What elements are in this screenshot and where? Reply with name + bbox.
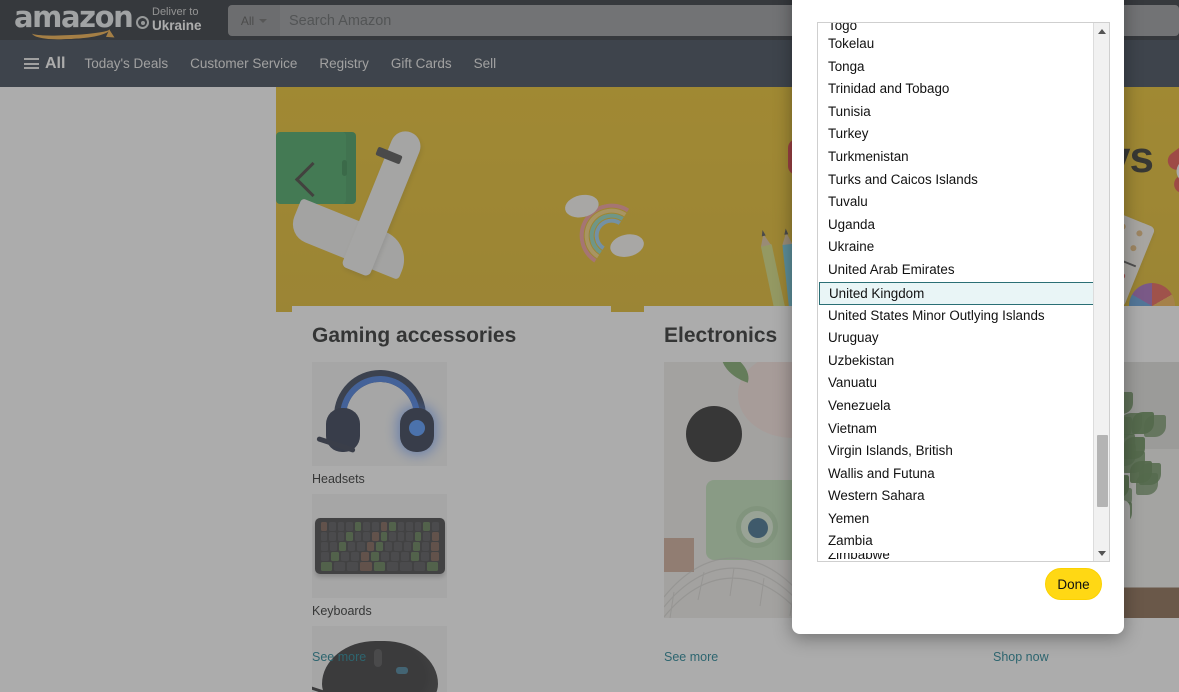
country-option[interactable]: Vanuatu xyxy=(818,372,1109,395)
scroll-up-arrow-icon[interactable] xyxy=(1094,23,1110,39)
country-option[interactable]: Uganda xyxy=(818,214,1109,237)
country-option[interactable]: Trinidad and Tobago xyxy=(818,78,1109,101)
country-option[interactable]: Ukraine xyxy=(818,236,1109,259)
country-option[interactable]: Wallis and Futuna xyxy=(818,463,1109,486)
country-option[interactable]: Venezuela xyxy=(818,395,1109,418)
country-listbox[interactable]: TogoTokelauTongaTrinidad and TobagoTunis… xyxy=(817,22,1110,562)
country-option[interactable]: Turkmenistan xyxy=(818,146,1109,169)
country-option[interactable]: Uruguay xyxy=(818,327,1109,350)
country-option[interactable]: Western Sahara xyxy=(818,485,1109,508)
country-option[interactable]: Togo xyxy=(818,23,1109,33)
country-option[interactable]: Zimbabwe xyxy=(818,553,1109,562)
country-option[interactable]: Virgin Islands, British xyxy=(818,440,1109,463)
done-button[interactable]: Done xyxy=(1045,568,1102,600)
country-option[interactable]: Turkey xyxy=(818,123,1109,146)
country-option[interactable]: Turks and Caicos Islands xyxy=(818,169,1109,192)
listbox-scrollbar[interactable] xyxy=(1093,23,1109,561)
country-option[interactable]: United States Minor Outlying Islands xyxy=(818,305,1109,328)
country-option[interactable]: Vietnam xyxy=(818,418,1109,441)
country-option[interactable]: Zambia xyxy=(818,530,1109,553)
country-option[interactable]: Tokelau xyxy=(818,33,1109,56)
country-option[interactable]: Tunisia xyxy=(818,101,1109,124)
scroll-down-arrow-icon[interactable] xyxy=(1094,545,1110,561)
country-option[interactable]: Tonga xyxy=(818,56,1109,79)
country-option[interactable]: United Arab Emirates xyxy=(818,259,1109,282)
country-selector-modal: TogoTokelauTongaTrinidad and TobagoTunis… xyxy=(792,0,1124,634)
country-option[interactable]: Tuvalu xyxy=(818,191,1109,214)
country-option[interactable]: Uzbekistan xyxy=(818,350,1109,373)
country-option[interactable]: Yemen xyxy=(818,508,1109,531)
scrollbar-thumb[interactable] xyxy=(1097,435,1108,507)
country-option-selected[interactable]: United Kingdom xyxy=(819,282,1108,305)
